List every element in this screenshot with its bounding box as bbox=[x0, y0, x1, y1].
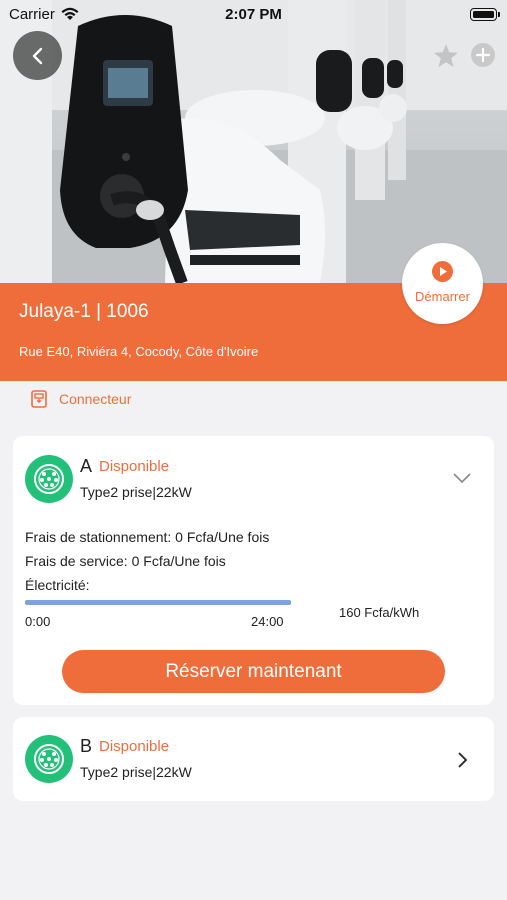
connector-status: Disponible bbox=[99, 458, 170, 475]
electricity-price: 160 Fcfa/kWh bbox=[339, 605, 420, 620]
electricity-label: Électricité: bbox=[25, 577, 90, 593]
connector-letter: A bbox=[80, 456, 93, 476]
start-label: Démarrer bbox=[415, 289, 470, 304]
station-photo-illustration bbox=[0, 0, 507, 283]
reserve-now-button[interactable]: Réserver maintenant bbox=[62, 650, 445, 693]
chevron-left-icon bbox=[32, 47, 42, 64]
section-label: Connecteur bbox=[59, 391, 132, 407]
clock: 2:07 PM bbox=[225, 6, 282, 23]
station-name: Julaya-1 | 1006 bbox=[19, 301, 149, 322]
parking-fee: Frais de stationnement: 0 Fcfa/Une fois bbox=[25, 529, 270, 545]
add-button[interactable] bbox=[471, 43, 495, 67]
battery-icon bbox=[470, 8, 500, 21]
charger-icon bbox=[31, 390, 47, 408]
connector-section-header: Connecteur bbox=[29, 388, 131, 410]
back-button[interactable] bbox=[13, 31, 62, 80]
connector-letter: B bbox=[80, 736, 93, 756]
connector-status: Disponible bbox=[99, 738, 170, 755]
connector-card-a[interactable]: A Disponible Type2 prise|22kW Frais de s… bbox=[13, 436, 494, 705]
tariff-timeline bbox=[25, 600, 291, 605]
time-start: 0:00 bbox=[25, 614, 51, 629]
star-icon[interactable] bbox=[432, 42, 460, 70]
status-bar: Carrier 2:07 PM bbox=[0, 0, 507, 30]
time-end: 24:00 bbox=[251, 614, 284, 629]
start-charging-button[interactable]: Démarrer bbox=[402, 243, 483, 324]
plug-type2-icon bbox=[25, 735, 73, 783]
play-icon bbox=[432, 261, 453, 282]
plug-type2-icon bbox=[25, 455, 73, 503]
chevron-right-icon[interactable] bbox=[457, 751, 469, 769]
plus-icon bbox=[476, 48, 490, 62]
connector-type: Type2 prise|22kW bbox=[80, 764, 192, 780]
station-photo bbox=[0, 0, 507, 283]
station-address: Rue E40, Riviéra 4, Cocody, Côte d'Ivoir… bbox=[19, 344, 259, 359]
service-fee: Frais de service: 0 Fcfa/Une fois bbox=[25, 553, 226, 569]
chevron-down-icon[interactable] bbox=[452, 472, 472, 484]
connector-type: Type2 prise|22kW bbox=[80, 484, 192, 500]
connector-card-b[interactable]: B Disponible Type2 prise|22kW bbox=[13, 717, 494, 801]
tariff-timeline-fill bbox=[25, 600, 291, 605]
